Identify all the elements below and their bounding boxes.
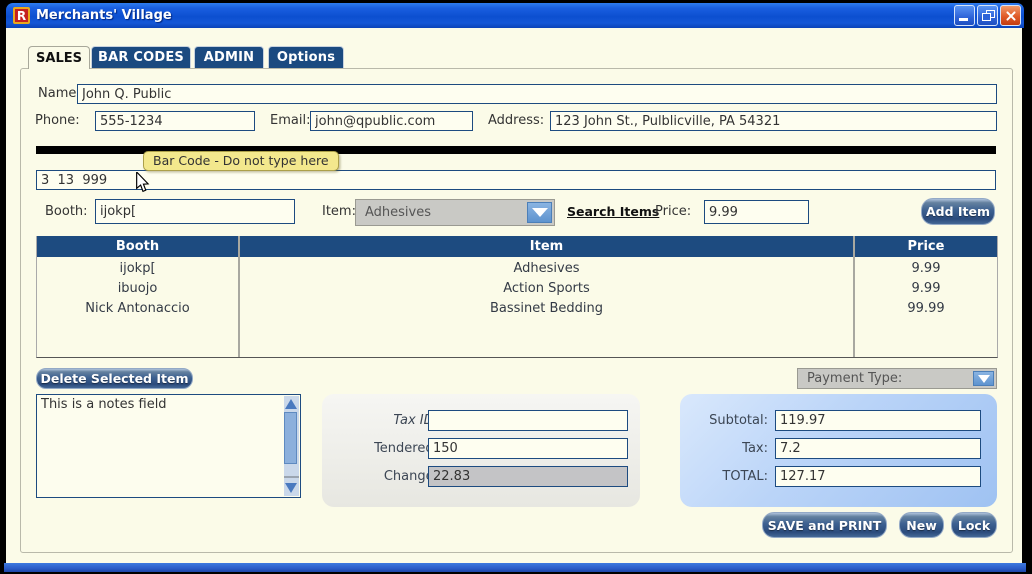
change-label: Change:: [383, 469, 438, 484]
name-label: Name:: [38, 86, 81, 101]
phone-input[interactable]: [95, 111, 255, 131]
cell-booth: ibuojo: [117, 281, 158, 296]
window-title: Merchants' Village: [36, 8, 172, 23]
booth-input[interactable]: [95, 199, 295, 224]
items-table: Booth Item Price ijokp[ Adhesives 9.99 i…: [36, 236, 998, 358]
chevron-down-icon: [977, 374, 990, 383]
name-input[interactable]: [77, 84, 997, 104]
restore-button[interactable]: [977, 5, 998, 26]
cell-item: Action Sports: [503, 281, 590, 296]
barcode-tooltip: Bar Code - Do not type here: [143, 151, 339, 171]
app-icon: R: [13, 7, 30, 24]
cell-booth: Nick Antonaccio: [85, 301, 190, 316]
tax-id-input[interactable]: [428, 410, 628, 431]
cell-item: Adhesives: [513, 261, 580, 276]
scroll-up-icon[interactable]: [285, 399, 297, 409]
chevron-down-icon: [531, 208, 548, 217]
table-row[interactable]: ijokp[ Adhesives 9.99: [37, 259, 997, 279]
tendered-label: Tendered:: [374, 441, 438, 456]
price-label: Price:: [655, 204, 692, 219]
cell-item: Bassinet Bedding: [489, 301, 604, 316]
scroll-down-icon[interactable]: [285, 483, 297, 493]
column-header-item[interactable]: Item: [240, 236, 853, 257]
payment-panel: Tax ID: Tendered: Change:: [322, 394, 640, 507]
search-items-link[interactable]: Search Items: [567, 202, 659, 222]
notes-field[interactable]: This is a notes field: [36, 394, 301, 498]
cell-price: 99.99: [907, 301, 945, 316]
tendered-input[interactable]: [428, 438, 628, 459]
payment-type-dropdown-button[interactable]: [973, 371, 994, 386]
tax-id-label: Tax ID:: [393, 413, 438, 428]
email-input[interactable]: [310, 111, 473, 131]
lock-button[interactable]: Lock: [951, 512, 997, 538]
payment-type-label: Payment Type:: [807, 371, 903, 386]
titlebar: R Merchants' Village: [6, 3, 1024, 28]
totals-panel: Subtotal: Tax: TOTAL:: [680, 394, 997, 507]
payment-type-dropdown[interactable]: Payment Type:: [797, 368, 997, 389]
subtotal-label: Subtotal:: [709, 413, 768, 428]
new-button[interactable]: New: [899, 512, 944, 538]
phone-label: Phone:: [35, 113, 80, 128]
total-input[interactable]: [775, 466, 981, 487]
table-row[interactable]: Nick Antonaccio Bassinet Bedding 99.99: [37, 299, 997, 319]
price-input[interactable]: [704, 200, 809, 224]
minimize-button[interactable]: [954, 5, 975, 26]
cell-price: 9.99: [911, 281, 941, 296]
column-header-price[interactable]: Price: [855, 236, 997, 257]
add-item-button[interactable]: Add Item: [921, 198, 995, 225]
item-dropdown-button[interactable]: [527, 202, 552, 223]
tax-input[interactable]: [775, 438, 981, 459]
cell-booth: ijokp[: [119, 261, 156, 276]
cell-price: 9.99: [911, 261, 941, 276]
notes-scrollbar[interactable]: [284, 396, 299, 496]
tab-admin[interactable]: ADMIN: [194, 46, 264, 68]
tab-bar-codes[interactable]: BAR CODES: [91, 46, 191, 68]
close-button[interactable]: [1000, 5, 1021, 26]
email-label: Email:: [270, 113, 311, 128]
minimize-icon: [959, 18, 968, 21]
address-input[interactable]: [550, 111, 997, 131]
scrollbar-thumb[interactable]: [284, 412, 297, 464]
booth-label: Booth:: [45, 204, 88, 219]
change-input: [428, 466, 628, 487]
barcode-input[interactable]: [36, 170, 996, 190]
tab-sales[interactable]: SALES: [28, 46, 90, 69]
total-label: TOTAL:: [722, 469, 768, 484]
client-area: SALES BAR CODES ADMIN Options Name: Phon…: [6, 28, 1022, 563]
table-row[interactable]: ibuojo Action Sports 9.99: [37, 279, 997, 299]
delete-selected-item-button[interactable]: Delete Selected Item: [36, 368, 193, 389]
column-header-booth[interactable]: Booth: [37, 236, 238, 257]
item-dropdown-value: Adhesives: [365, 205, 432, 220]
window-controls: [954, 5, 1021, 26]
tab-options[interactable]: Options: [268, 46, 344, 68]
notes-text: This is a notes field: [41, 397, 167, 412]
item-label: Item:: [322, 204, 356, 219]
save-and-print-button[interactable]: SAVE and PRINT: [762, 512, 887, 538]
subtotal-input[interactable]: [775, 410, 981, 431]
mouse-cursor-icon: [136, 172, 150, 193]
item-dropdown[interactable]: Adhesives: [355, 199, 555, 226]
window-bottom-border: [4, 563, 1026, 572]
address-label: Address:: [488, 113, 545, 128]
tax-label: Tax:: [742, 441, 768, 456]
